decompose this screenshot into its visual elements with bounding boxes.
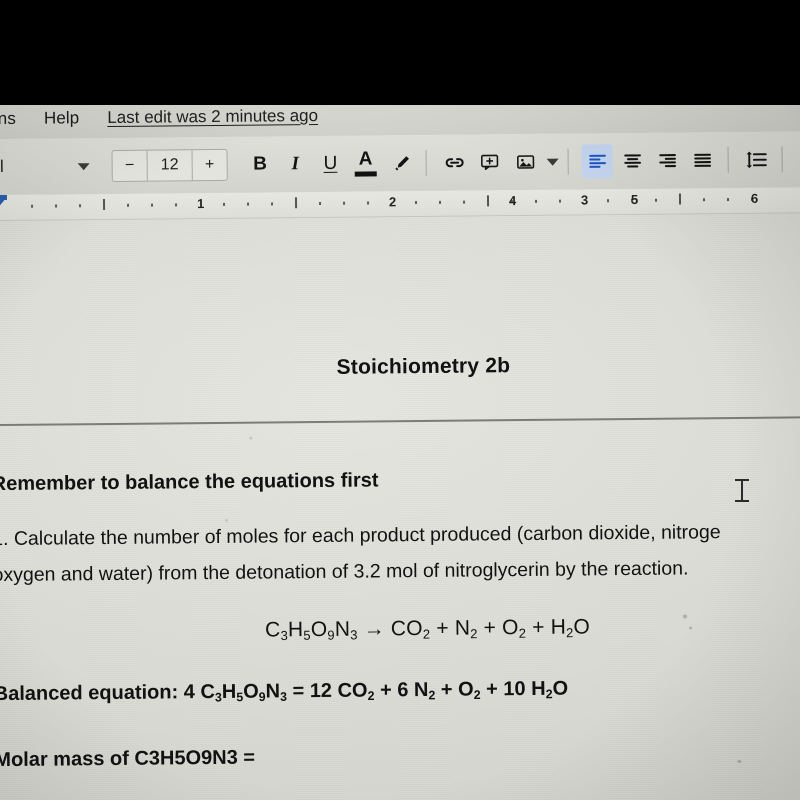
formula-subscript: 2 (518, 625, 527, 641)
formatting-toolbar: ial − 12 + B I U A (0, 131, 800, 196)
line-spacing-icon[interactable] (741, 143, 772, 177)
formula-subscript: 2 (565, 625, 574, 641)
toolbar-divider-3 (727, 147, 729, 174)
balance-note: Remember to balance the equations first (0, 469, 379, 496)
text-cursor-ibeam (735, 478, 749, 504)
formula-subscript: 9 (327, 627, 335, 643)
balanced-equation-line: Balanced equation: 4 C3H5O9N3 = 12 CO2 +… (0, 678, 568, 707)
insert-image-icon[interactable] (509, 145, 540, 179)
horizontal-divider (0, 416, 800, 427)
formula-subscript: 2 (470, 626, 478, 642)
ruler-number: 1 (196, 196, 205, 212)
formula-subscript: 5 (303, 627, 311, 643)
toolbar-divider-2 (567, 148, 569, 175)
formula-subscript: 3 (280, 627, 289, 644)
menu-item-help[interactable]: Help (44, 108, 80, 128)
italic-button[interactable]: I (280, 147, 311, 181)
ruler-number: 5 (630, 191, 639, 207)
align-left-icon[interactable] (581, 144, 614, 179)
question-line-2: oxygen and water) from the detonation of… (0, 557, 689, 587)
formula-subscript: 2 (473, 687, 481, 702)
formula-subscript: 2 (545, 687, 553, 702)
text-color-letter: A (358, 148, 373, 170)
highlighter-icon[interactable] (385, 146, 416, 180)
formula-subscript: 5 (236, 690, 244, 705)
balanced-equation-content: 4 C3H5O9N3 = 12 CO2 + 6 N2 + O2 + 10 H2O (183, 677, 569, 705)
align-justify-icon[interactable] (687, 143, 718, 177)
dust-speck (225, 518, 229, 522)
photo-letterbox-top (0, 0, 800, 105)
add-comment-icon[interactable] (474, 145, 505, 179)
font-family-selector[interactable]: ial (0, 157, 4, 177)
image-options-chevron-down-icon[interactable] (546, 158, 559, 166)
font-size-decrease-button[interactable]: − (113, 151, 147, 181)
page-title: Stoichiometry 2b (336, 354, 511, 379)
dust-speck (682, 614, 688, 619)
ruler-number: 2 (388, 194, 397, 210)
formula-subscript: 2 (422, 626, 431, 642)
chevron-down-icon[interactable] (77, 162, 90, 170)
link-icon[interactable] (439, 146, 470, 180)
formula-subscript: 3 (350, 627, 358, 643)
underline-button[interactable]: U (315, 147, 346, 181)
unbalanced-equation: C3H5O9N3 → CO2 + N2 + O2 + H2O (265, 615, 590, 643)
formula-subscript: 2 (367, 688, 375, 704)
formula-subscript: 3 (214, 690, 222, 705)
dust-speck (689, 626, 693, 630)
font-size-stepper: − 12 + (111, 148, 228, 182)
dust-speck (737, 759, 742, 763)
dust-speck (249, 436, 253, 440)
numbered-list-icon[interactable]: 123 (795, 142, 800, 176)
align-right-icon[interactable] (652, 143, 683, 177)
molar-mass-line: Molar mass of C3H5O9N3 = (0, 746, 256, 772)
text-color-swatch (354, 171, 377, 177)
photographed-screen: ons Help Last edit was 2 minutes ago ial… (0, 91, 800, 800)
ruler-number: 4 (508, 193, 517, 209)
align-center-icon[interactable] (617, 144, 648, 178)
text-color-button[interactable]: A (350, 146, 381, 180)
formula-subscript: 9 (258, 689, 266, 705)
formula-subscript: 2 (428, 688, 436, 703)
formula-subscript: 3 (280, 689, 288, 704)
question-line-1: 1. Calculate the number of moles for eac… (0, 521, 721, 551)
toolbar-divider (425, 149, 427, 176)
font-size-increase-button[interactable]: + (193, 150, 227, 180)
screenshot-root: ons Help Last edit was 2 minutes ago ial… (0, 0, 800, 800)
ruler-number: 3 (580, 192, 589, 208)
last-edit-status[interactable]: Last edit was 2 minutes ago (107, 106, 318, 128)
font-size-input[interactable]: 12 (146, 150, 193, 181)
toolbar-divider-4 (781, 146, 783, 173)
equation-content: C3H5O9N3 → CO2 + N2 + O2 + H2O (265, 615, 591, 644)
bold-button[interactable]: B (244, 147, 275, 181)
balanced-equation-label: Balanced equation: (0, 681, 184, 706)
document-page[interactable]: Stoichiometry 2b Remember to balance the… (0, 213, 800, 800)
ruler-number: 6 (750, 190, 759, 206)
menu-item-tools-truncated[interactable]: ons (0, 109, 16, 129)
